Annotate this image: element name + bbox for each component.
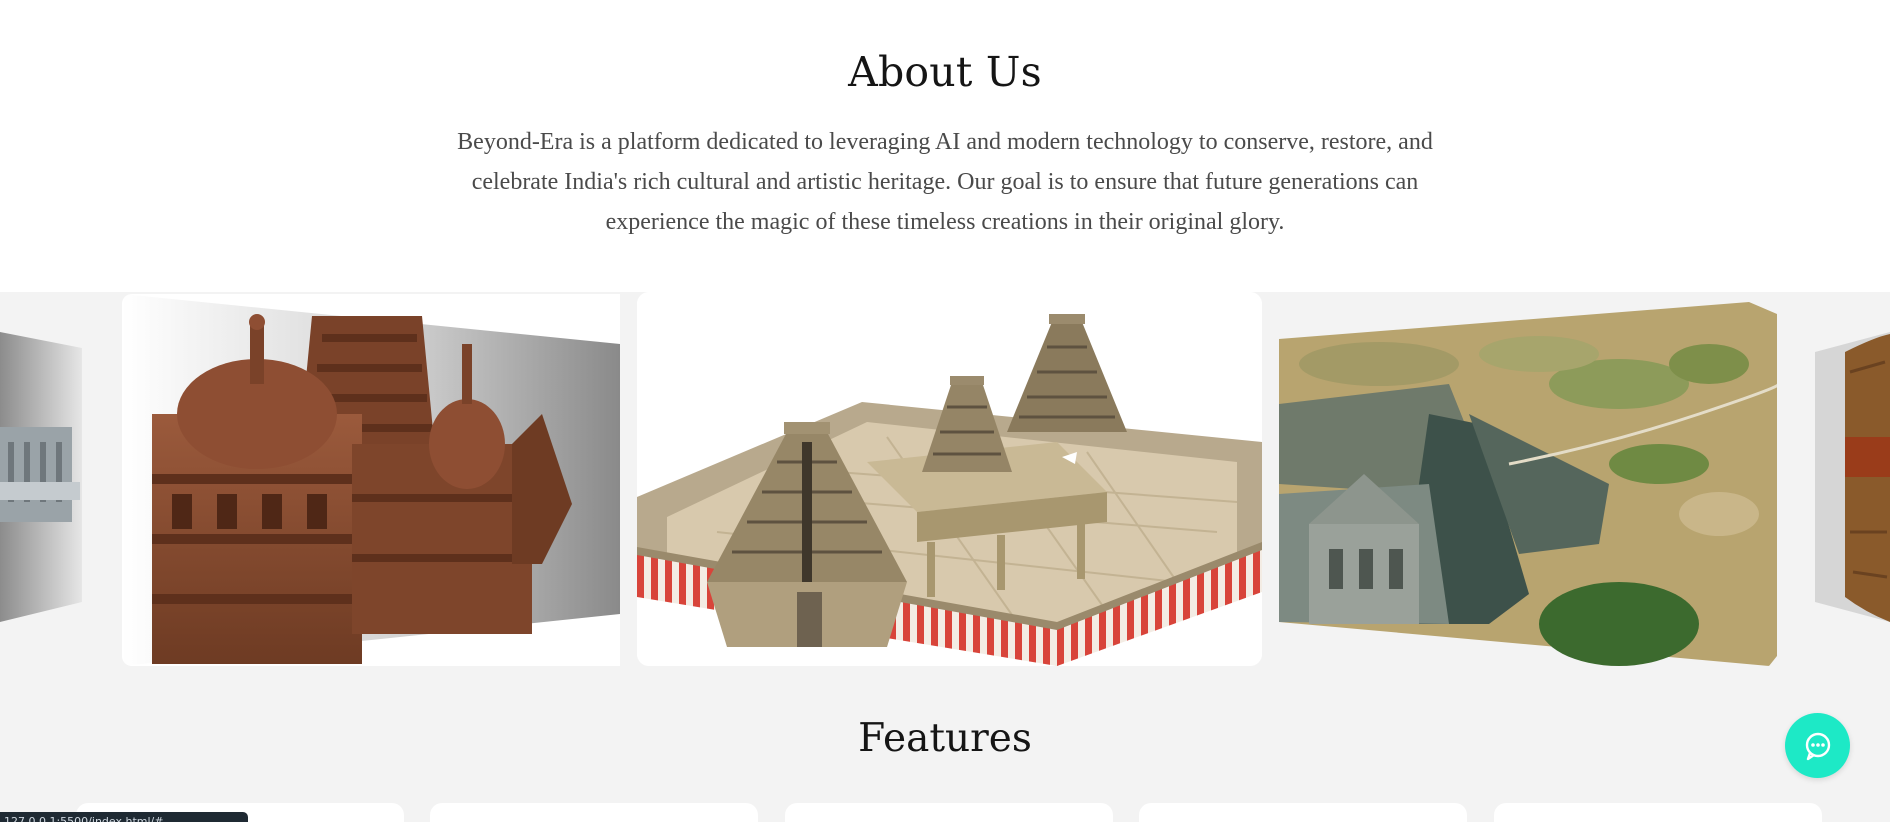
chat-button[interactable] [1785,713,1850,778]
about-description: Beyond-Era is a platform dedicated to le… [457,129,1433,235]
carousel-slide-temple-complex[interactable] [637,292,1262,666]
feature-card[interactable] [1494,803,1822,822]
carousel-slide-wooden-object[interactable] [1815,332,1890,622]
wooden-object-image [1815,332,1890,622]
chat-bubble-icon [1805,732,1830,760]
carousel-slide-ruins[interactable] [0,332,82,622]
features-section: Features [0,666,1890,822]
about-title: About Us [848,48,1042,96]
feature-card[interactable] [785,803,1113,822]
feature-card[interactable] [430,803,758,822]
browser-status-bar: 127.0.0.1:5500/index.html/#... [0,812,248,822]
image-carousel[interactable] [0,292,1890,666]
carousel-slide-rock-cut-temple[interactable] [1279,294,1777,666]
carved-temple-image [122,294,620,666]
feature-card[interactable] [1139,803,1467,822]
carousel-slide-carved-temple[interactable] [122,294,620,666]
rock-cut-temple-image [1279,302,1777,666]
ruins-image [0,332,82,622]
features-title: Features [858,716,1032,761]
about-section: About Us Beyond-Era is a platform dedica… [0,0,1890,292]
temple-complex-image [637,292,1262,666]
